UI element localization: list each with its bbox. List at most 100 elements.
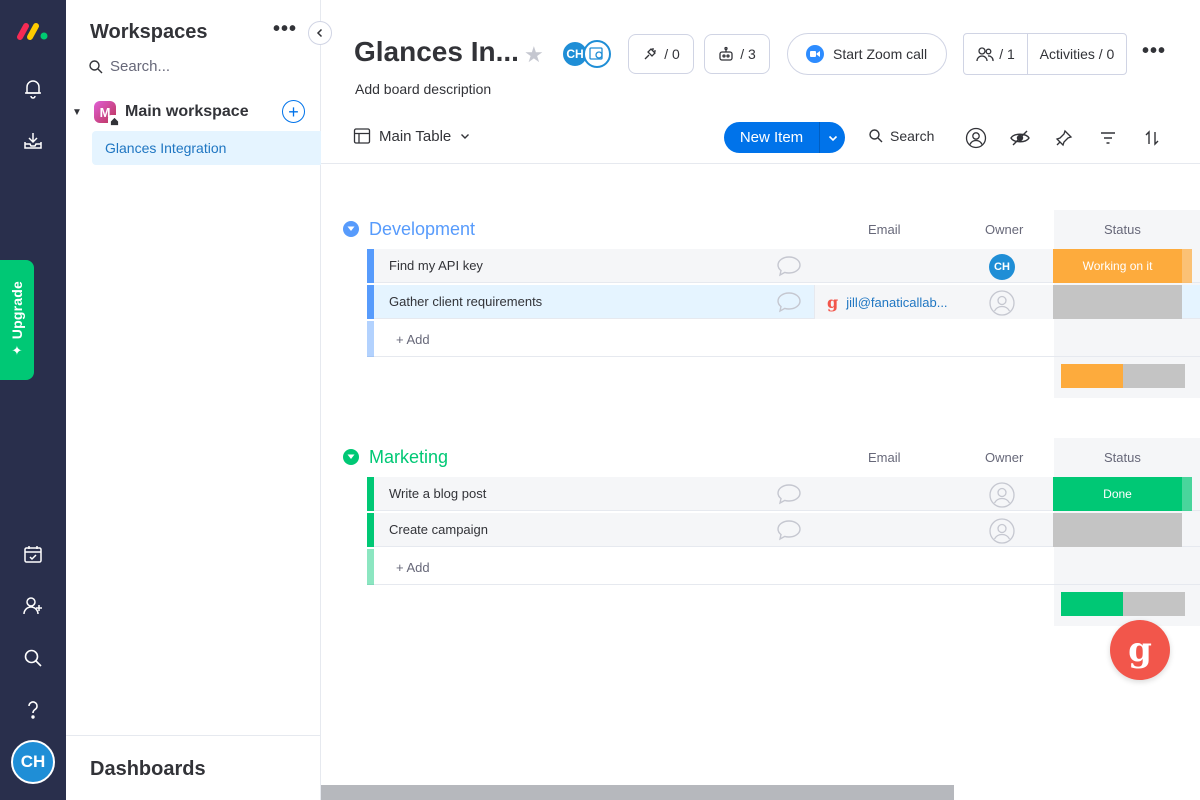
horizontal-scrollbar[interactable] [321,785,954,800]
summary-empty-segment [1123,592,1185,616]
main-workspace-item[interactable]: ▼ M Main workspace [72,98,312,128]
new-item-dropdown[interactable] [819,122,845,153]
owner-cell[interactable]: CH [989,254,1015,280]
pin-icon[interactable] [1052,126,1076,150]
hide-eye-icon[interactable] [1008,126,1032,150]
glances-icon: g [827,292,839,312]
item-name[interactable]: Create campaign [389,522,488,537]
person-filter-icon[interactable] [964,126,988,150]
group-header-development[interactable]: Development [343,215,475,243]
chevron-down-icon[interactable] [459,130,471,142]
summary-empty-segment [1123,364,1185,388]
sort-icon[interactable] [1140,126,1164,150]
owner-cell[interactable] [989,518,1015,544]
filter-icon[interactable] [1096,126,1120,150]
table-row[interactable]: Gather client requirements g jill@fanati… [367,285,1200,319]
email-value[interactable]: jill@fanaticallab... [846,295,947,310]
table-row[interactable]: Write a blog post Done [367,477,1200,511]
owner-cell[interactable] [989,482,1015,508]
group-header-marketing[interactable]: Marketing [343,443,448,471]
main-table-view-tab[interactable]: Main Table [353,127,471,145]
status-cell[interactable]: Working on it [1053,249,1182,283]
comment-bubble-icon[interactable] [776,255,802,282]
add-item-label[interactable]: + Add [396,332,430,347]
column-header-status[interactable]: Status [1104,450,1141,465]
workspace-panel: Workspaces ••• Search... ▼ M Main worksp… [66,0,332,800]
caret-down-icon[interactable]: ▼ [72,107,88,118]
activities-button[interactable]: Activities / 0 [1028,46,1126,62]
workspace-search-input[interactable]: Search... [88,58,170,75]
item-name[interactable]: Write a blog post [389,486,486,501]
group-name[interactable]: Development [369,219,475,240]
monday-logo-icon[interactable] [16,20,50,42]
add-workspace-item-button[interactable]: + [282,100,305,123]
people-button[interactable]: / 1 [964,34,1028,74]
bell-icon[interactable] [19,74,47,102]
status-summary-bar[interactable] [1061,364,1185,388]
status-summary-bar[interactable] [1061,592,1185,616]
help-icon[interactable] [19,696,47,724]
upgrade-button[interactable]: Upgrade ✦ [0,260,34,380]
item-name[interactable]: Find my API key [389,258,483,273]
comment-bubble-icon[interactable] [776,519,802,546]
group-color-bar [367,249,374,283]
search-icon[interactable] [19,644,47,672]
collapse-panel-button[interactable] [308,21,332,45]
empty-person-icon [989,518,1015,544]
glances-fab-button[interactable]: g [1110,620,1170,680]
status-edge [1182,477,1192,511]
calendar-check-icon[interactable] [19,540,47,568]
automations-button[interactable]: / 3 [704,34,770,74]
group-collapse-icon[interactable] [343,221,359,237]
invite-user-icon[interactable] [19,592,47,620]
workspaces-title: Workspaces [90,21,208,43]
board-search-button[interactable]: Search [868,128,934,144]
add-item-row[interactable]: + Add [367,321,1200,357]
integrations-button[interactable]: / 0 [628,34,694,74]
column-header-owner[interactable]: Owner [985,450,1023,465]
status-cell[interactable]: Done [1053,477,1182,511]
add-item-label[interactable]: + Add [396,560,430,575]
board-toolbar: Main Table New Item Search [321,118,1200,164]
column-header-owner[interactable]: Owner [985,222,1023,237]
board-more-button[interactable]: ••• [1142,40,1166,63]
start-zoom-call-button[interactable]: Start Zoom call [787,33,947,75]
upgrade-label: Upgrade [9,280,25,340]
group-color-bar [367,321,374,357]
owner-cell[interactable] [989,290,1015,316]
board-members[interactable]: CH [561,40,613,68]
comment-bubble-icon[interactable] [776,291,802,318]
status-cell[interactable] [1053,285,1182,319]
empty-person-icon [989,290,1015,316]
comment-bubble-icon[interactable] [776,483,802,510]
group-collapse-icon[interactable] [343,449,359,465]
dashboards-title[interactable]: Dashboards [90,758,206,781]
app-root: Upgrade ✦ CH Workspaces ••• Search... ▼ [0,0,1200,800]
automations-count: / 3 [740,46,756,62]
column-header-email[interactable]: Email [868,450,901,465]
email-cell[interactable]: g jill@fanaticallab... [814,285,1053,319]
summary-working-segment [1061,364,1123,388]
table-row[interactable]: Create campaign [367,513,1200,547]
add-item-row[interactable]: + Add [367,549,1200,585]
star-icon[interactable]: ★ [524,42,544,68]
new-item-button[interactable]: New Item [724,122,845,153]
group-color-bar [367,549,374,585]
board-item-glances-integration[interactable]: Glances Integration [92,131,321,165]
item-name[interactable]: Gather client requirements [389,294,542,309]
group-color-bar [367,285,374,319]
group-name[interactable]: Marketing [369,447,448,468]
column-header-status[interactable]: Status [1104,222,1141,237]
workspace-name: Main workspace [125,103,249,120]
board-title[interactable]: Glances In... [354,36,519,68]
inbox-icon[interactable] [19,127,47,155]
user-avatar[interactable]: CH [11,740,55,784]
status-edge [1182,249,1192,283]
status-cell[interactable] [1053,513,1182,547]
column-header-email[interactable]: Email [868,222,901,237]
workspace-more-button[interactable]: ••• [273,18,297,41]
table-icon [353,128,371,144]
board-description[interactable]: Add board description [355,81,491,97]
table-row[interactable]: Find my API key CH Working on it [367,249,1200,283]
sparkle-icon: ✦ [11,343,23,359]
